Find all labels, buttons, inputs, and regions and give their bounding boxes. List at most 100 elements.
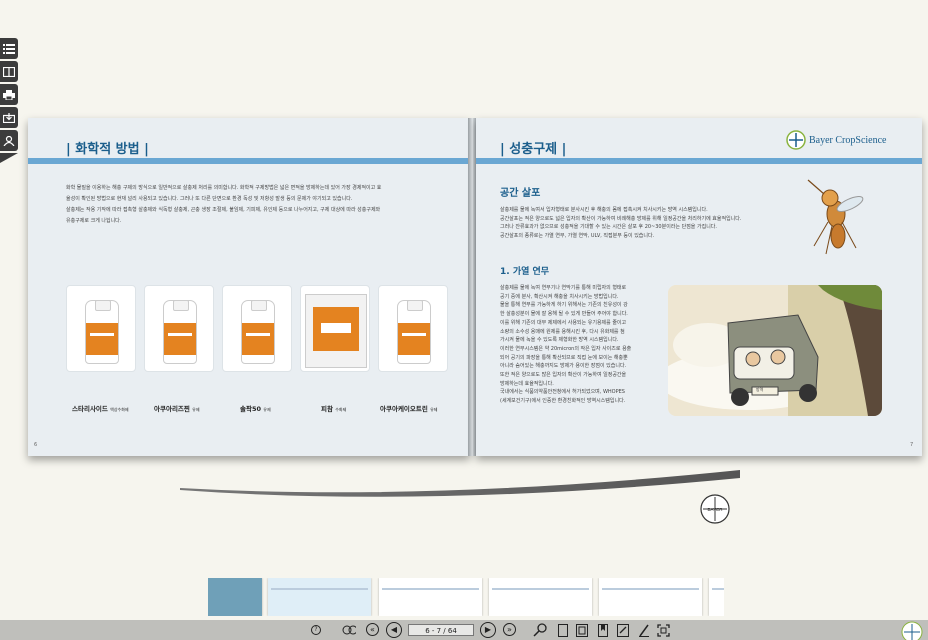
- left-intro-text: 화학 물질을 이용하는 해충 구제의 방식으로 일반적으로 살충제 처리를 의미…: [66, 183, 446, 227]
- bayer-logo-text: BAYER: [708, 507, 724, 512]
- thumbnail-strip: [208, 578, 724, 616]
- bayer-cross-icon: [786, 130, 806, 150]
- sound-icon: [342, 625, 356, 635]
- title-bar: [28, 158, 470, 164]
- bottom-toolbar: ? « ◀ 6 - 7 / 64 ▶ »: [0, 620, 928, 640]
- text-line: 되어 공기의 파장을 통해 확산되므로 직접 눈에 보이는 해충뿐: [500, 354, 628, 361]
- previous-icon: ◀: [390, 625, 398, 634]
- fullscreen-icon: [656, 623, 670, 637]
- last-page-icon: »: [507, 624, 512, 634]
- user-icon: [3, 135, 15, 146]
- page-number: 6: [34, 442, 38, 448]
- text-line: 공간살포는 적은 양으로도 넓은 입자의 확산이 가능하여 비례해충 방제를 위…: [500, 215, 742, 222]
- text-line: 한 살충성분이 물에 잘 용해 될 수 있게 만들어 주어야 합니다.: [500, 311, 628, 318]
- thumbnail-pages-current[interactable]: [489, 578, 592, 616]
- bookmark-button[interactable]: [596, 623, 610, 637]
- mosquito-illustration: [807, 179, 864, 255]
- download-button[interactable]: [0, 107, 18, 128]
- first-page-button[interactable]: «: [366, 623, 379, 636]
- section-heading: 공간 살포: [500, 188, 541, 199]
- fit-icon: [576, 623, 588, 637]
- text-line: 살충제는 작용 기작에 따라 접촉형 살충제와 식독형 살충제, 곤충 생장 조…: [66, 207, 381, 213]
- page-icon: [558, 623, 568, 637]
- text-line: 그러나 잔류효과가 없으므로 성충적을 기대할 수 있는 시간은 살포 후 20…: [500, 224, 717, 230]
- text-line: 공기 중에 분사, 확산시켜 해충을 치사시키는 방법입니다.: [500, 293, 619, 300]
- next-page-button[interactable]: ▶: [480, 622, 496, 638]
- last-page-button[interactable]: »: [503, 623, 516, 636]
- section2-text: 살충제를 물에 녹여 연무기나 연막기를 통해 미립자의 형태로 공기 중에 분…: [500, 284, 665, 406]
- previous-page-button[interactable]: ◀: [386, 622, 402, 638]
- text-line: 유충구제로 크게 나뉩니다.: [66, 218, 122, 224]
- zoom-icon: [533, 623, 547, 637]
- bookmark-icon: [598, 623, 608, 637]
- thumbnail-pages[interactable]: [599, 578, 702, 616]
- product-card: [66, 285, 136, 372]
- product-card: [378, 285, 448, 372]
- product-card: [300, 285, 370, 372]
- text-line: 방제하는데 효율적입니다.: [500, 380, 554, 387]
- zoom-button[interactable]: [533, 623, 547, 637]
- pen-button[interactable]: [637, 623, 651, 637]
- bottle-image: [397, 300, 431, 364]
- page-number: 7: [910, 442, 914, 448]
- text-line: 살충제를 물에 녹여서 입자형태로 분사시킨 후 해충의 몸에 접촉시켜 치사시…: [500, 207, 708, 213]
- print-button[interactable]: [0, 84, 18, 105]
- bag-image: [305, 294, 367, 368]
- note-icon: [617, 623, 629, 637]
- thumbnail-pages[interactable]: [709, 578, 724, 616]
- book-spread[interactable]: | 화학적 방법 | 화학 물질을 이용하는 해충 구제의 방식으로 일반적으로…: [28, 118, 922, 456]
- section1-text: 살충제를 물에 녹여서 입자형태로 분사시킨 후 해충의 몸에 접촉시켜 치사시…: [500, 206, 800, 240]
- bayer-cropscience-logo: Bayer CropScience: [786, 130, 886, 150]
- download-icon: [3, 112, 15, 123]
- product-name: 아쿠아케이오트린 유제: [380, 405, 438, 413]
- note-button[interactable]: [616, 623, 630, 637]
- page-number-input[interactable]: 6 - 7 / 64: [408, 624, 474, 636]
- text-line: 공간살포의 종류로는 가열 연무, 가열 연막, ULV, 직접분무 등이 있습…: [500, 232, 655, 239]
- print-icon: [3, 89, 15, 100]
- next-icon: ▶: [484, 625, 492, 634]
- product-name: 아쿠아리즈찐 유제: [154, 405, 200, 413]
- thumbnail-pages[interactable]: [379, 578, 482, 616]
- thumbnail-cover[interactable]: [208, 578, 262, 616]
- text-line: 화학 물질을 이용하는 해충 구제의 방식으로 일반적으로 살충제 처리를 의미…: [66, 185, 382, 191]
- text-line: 물을 통해 연무를 가능하게 하기 위해서는 기존의 친유성이 강: [500, 302, 628, 309]
- account-button[interactable]: [0, 130, 18, 151]
- text-line: 율성이 확인된 방법으로 현재 널리 사용되고 있습니다. 그러나 또 다른 단…: [66, 196, 353, 202]
- thumbnails-button[interactable]: [0, 61, 18, 82]
- help-button[interactable]: ?: [311, 625, 321, 635]
- text-line: 아니라 숨어있는 해충까지도 방제가 용이한 장점이 있습니다.: [500, 363, 627, 370]
- table-of-contents-button[interactable]: [0, 38, 18, 59]
- left-page-title: | 화학적 방법 |: [66, 142, 149, 157]
- single-page-button[interactable]: [556, 623, 570, 637]
- thumbnail-pages[interactable]: [268, 578, 371, 616]
- text-line: 또한 적은 양으로도 많은 입자의 확산이 가능하여 일정공간을: [500, 372, 627, 379]
- product-card: [222, 285, 292, 372]
- text-line: 소량의 소수성 용매에 원제를 용해시킨 후, 다시 유화제를 첨: [500, 328, 625, 335]
- right-page[interactable]: | 성충구제 | Bayer CropScience 공간 살포 살충제를 물에…: [476, 118, 922, 456]
- left-page[interactable]: | 화학적 방법 | 화학 물질을 이용하는 해충 구제의 방식으로 일반적으로…: [28, 118, 470, 456]
- publisher-logo-icon: [901, 621, 923, 640]
- book-icon: [3, 66, 15, 77]
- bayer-logo: BAYER: [700, 494, 730, 524]
- product-name: 스타리사이드 액상수화제: [72, 405, 129, 413]
- fullscreen-button[interactable]: [656, 623, 670, 637]
- left-toolbar: [0, 38, 20, 163]
- right-page-title: | 성충구제 |: [500, 142, 567, 157]
- product-name: 피참 수화제: [321, 405, 347, 413]
- truck-plate: 방역: [756, 387, 764, 392]
- fit-page-button[interactable]: [575, 623, 589, 637]
- text-line: 이러한 연무시스템은 약 20micron의 작은 입자 사이즈로 용출: [500, 345, 632, 352]
- pen-icon: [639, 624, 649, 637]
- text-line: (세계보건기구)에서 인증한 환경친화적인 방역시스템입니다.: [500, 398, 626, 405]
- text-line: 국내에서는 식품의약품안전청에서 허가되었으며, WHOPES: [500, 389, 625, 396]
- toolbar-tail: [0, 153, 18, 163]
- bottle-image: [85, 300, 119, 364]
- bottle-image: [241, 300, 275, 364]
- title-bar: [476, 158, 922, 164]
- sound-button[interactable]: [342, 623, 356, 637]
- book-shadow-arc: [180, 470, 740, 497]
- list-icon: [3, 43, 15, 54]
- product-card: [144, 285, 214, 372]
- bottle-image: [163, 300, 197, 364]
- text-line: 살충제를 물에 녹여 연무기나 연막기를 통해 미립자의 형태로: [500, 285, 627, 291]
